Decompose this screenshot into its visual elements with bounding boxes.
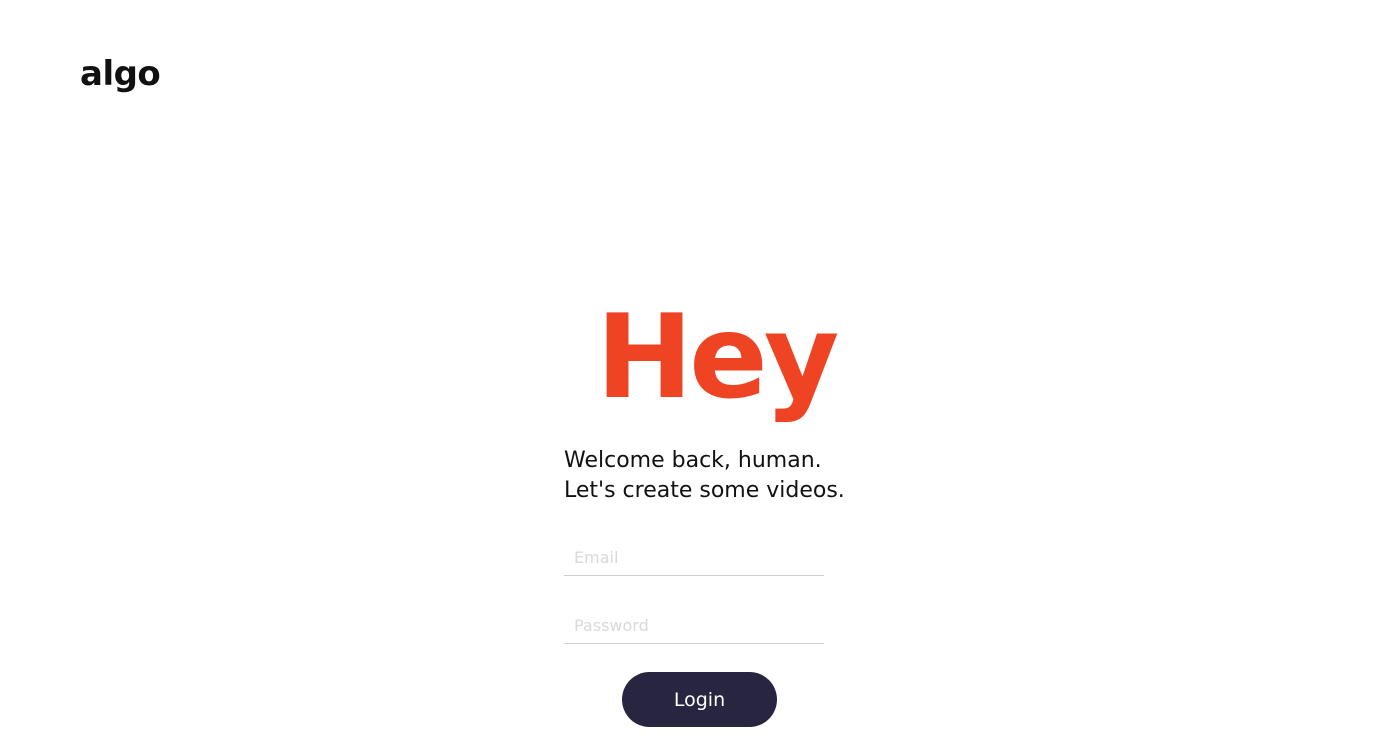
password-field[interactable]	[564, 608, 824, 644]
brand-logo[interactable]: algo	[80, 57, 161, 91]
email-field[interactable]	[564, 540, 824, 576]
login-button[interactable]: Login	[622, 672, 777, 727]
greeting-heading: Hey	[596, 290, 839, 425]
welcome-line-2: Let's create some videos.	[564, 478, 845, 503]
welcome-line-1: Welcome back, human.	[564, 448, 822, 473]
welcome-message: Welcome back, human. Let's create some v…	[564, 446, 864, 506]
